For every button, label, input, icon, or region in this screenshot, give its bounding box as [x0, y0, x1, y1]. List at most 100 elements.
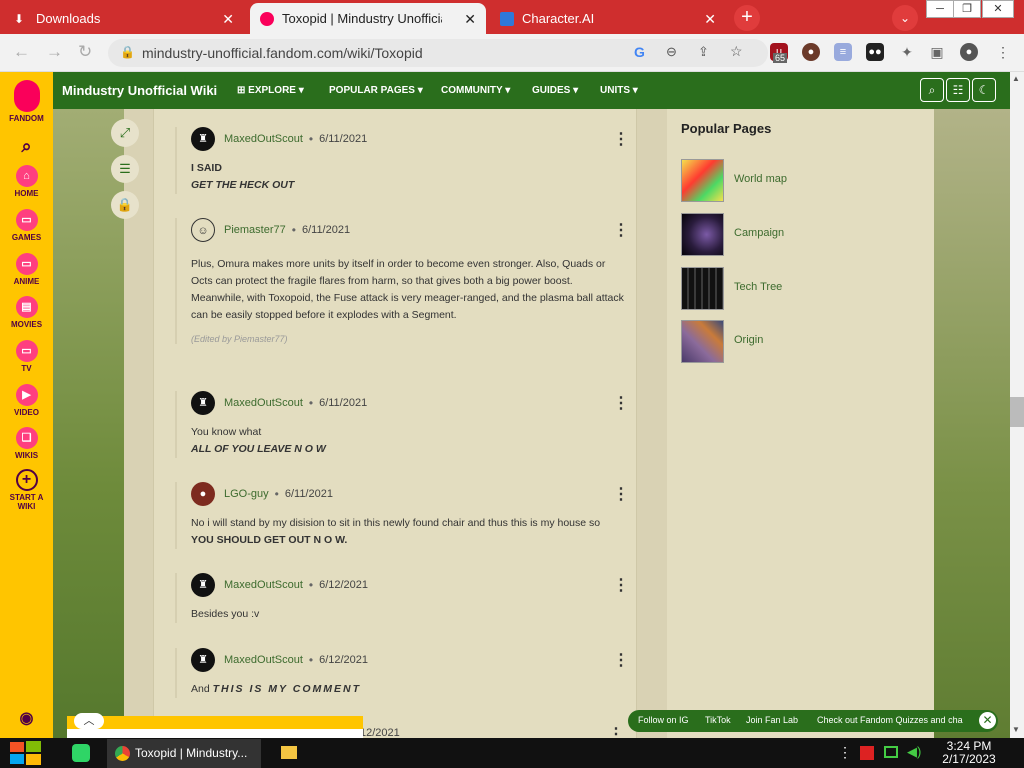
fandom-flame-icon [13, 80, 40, 112]
scroll-down-icon[interactable]: ▼ [1012, 725, 1020, 734]
popular-page-item[interactable]: Campaign [681, 213, 911, 256]
close-window-button[interactable]: ✕ [982, 0, 1014, 18]
tech-tree-thumbnail[interactable] [681, 267, 724, 310]
rail-wikis[interactable]: ❑ WIKIS [0, 427, 53, 460]
rail-anime[interactable]: ▭ ANIME [0, 253, 53, 286]
profile-icon[interactable]: ● [960, 43, 978, 61]
rail-video[interactable]: ▶ VIDEO [0, 384, 53, 417]
lock-icon[interactable]: 🔒 [120, 45, 135, 59]
app-icon[interactable] [72, 744, 90, 762]
comment-date: 6/11/2021 [319, 397, 368, 409]
windows-start-icon[interactable] [10, 741, 42, 765]
clock[interactable]: 3:24 PM 2/17/2023 [938, 740, 1000, 766]
nav-explore[interactable]: ⊞ EXPLORE ▾ [237, 85, 304, 96]
reload-icon[interactable]: ↻ [78, 42, 92, 62]
fullscreen-icon[interactable]: ⤢ [111, 119, 139, 147]
avatar[interactable]: ♜ [191, 573, 215, 597]
flag-extension-icon[interactable]: ≡ [834, 43, 852, 61]
kebab-menu-icon[interactable]: ⋮ [613, 650, 629, 670]
nav-units[interactable]: UNITS ▾ [600, 85, 638, 96]
file-explorer-icon[interactable] [281, 746, 297, 759]
popular-page-item[interactable]: World map [681, 159, 911, 202]
bookmark-star-icon[interactable]: ☆ [730, 43, 743, 60]
avatar[interactable]: ☺ [191, 218, 215, 242]
rail-movies[interactable]: ▤ MOVIES [0, 296, 53, 329]
tab-character-ai[interactable]: Character.AI ✕ [490, 3, 726, 34]
avatar[interactable]: ● [191, 482, 215, 506]
close-tab-icon[interactable]: ✕ [464, 11, 476, 28]
kebab-menu-icon[interactable]: ⋮ [613, 129, 629, 149]
rail-home[interactable]: ⌂ HOME [0, 165, 53, 198]
fan-lab-link[interactable]: Join Fan Lab [746, 715, 798, 725]
comment-author[interactable]: MaxedOutScout [224, 654, 303, 666]
share-icon[interactable]: ⇪ [698, 44, 709, 60]
rail-tv[interactable]: ▭ TV [0, 340, 53, 373]
back-icon[interactable]: ← [13, 42, 30, 62]
lock-icon[interactable]: 🔒 [111, 191, 139, 219]
home-icon: ⌂ [15, 165, 38, 187]
zoom-icon[interactable]: ⊖ [666, 44, 677, 60]
close-icon[interactable]: ✕ [979, 712, 996, 729]
comment-author[interactable]: LGO-guy [224, 488, 269, 500]
wiki-search-icon[interactable]: ⌕ [920, 78, 944, 102]
volume-icon[interactable]: ◀) [907, 744, 921, 760]
origin-thumbnail[interactable] [681, 320, 724, 363]
rail-start-wiki[interactable]: + START A WIKI [0, 469, 53, 511]
fandom-logo[interactable]: FANDOM [0, 80, 53, 123]
tab-toxopid[interactable]: Toxopid | Mindustry Unofficial \ ✕ [250, 3, 486, 34]
avatar[interactable]: ♜ [191, 391, 215, 415]
new-tab-button[interactable]: + [734, 5, 760, 31]
chevron-up-icon[interactable]: ︿ [74, 713, 104, 729]
comment-date: 6/12/2021 [319, 654, 369, 666]
flag-tray-icon[interactable] [860, 746, 874, 760]
avatar[interactable]: ♜ [191, 127, 215, 151]
side-panel-icon[interactable]: ▣ [928, 43, 946, 61]
avatar[interactable]: ♜ [191, 648, 215, 672]
extensions-puzzle-icon[interactable]: ✦ [898, 43, 916, 61]
comment-author[interactable]: MaxedOutScout [224, 579, 303, 591]
scroll-up-icon[interactable]: ▲ [1012, 74, 1020, 83]
comment-author[interactable]: Piemaster77 [224, 224, 286, 236]
quizzes-link[interactable]: Check out Fandom Quizzes and cha [817, 715, 975, 725]
nav-community[interactable]: COMMUNITY ▾ [441, 85, 510, 96]
video-play-icon: ▶ [15, 384, 38, 406]
comment: ♜ MaxedOutScout • 6/12/2021 ⋮ Besides you :v [175, 573, 629, 623]
kebab-menu-icon[interactable]: ⋮ [613, 393, 629, 413]
world-map-thumbnail[interactable] [681, 159, 724, 202]
popular-page-item[interactable]: Tech Tree [681, 267, 911, 310]
omnibox[interactable]: 🔒 mindustry-unofficial.fandom.com/wiki/T… [108, 39, 768, 67]
avatar-extension-icon[interactable]: ● [802, 43, 820, 61]
comment-author[interactable]: MaxedOutScout [224, 397, 303, 409]
nav-popular-pages[interactable]: POPULAR PAGES ▾ [329, 85, 423, 96]
tampermonkey-extension-icon[interactable]: ●● [866, 43, 884, 61]
comment-author[interactable]: MaxedOutScout [224, 133, 303, 145]
kebab-menu-icon[interactable]: ⋮ [613, 220, 629, 240]
wiki-name[interactable]: Mindustry Unofficial Wiki [62, 83, 217, 98]
rail-games[interactable]: ▭ GAMES [0, 209, 53, 242]
scrollbar-thumb[interactable] [1010, 397, 1024, 427]
google-icon[interactable]: G [634, 44, 645, 60]
tab-search-icon[interactable]: ⌄ [892, 5, 918, 31]
forward-icon[interactable]: → [46, 42, 63, 62]
taskbar-chrome-button[interactable]: Toxopid | Mindustry... [107, 739, 261, 768]
popular-page-item[interactable]: Origin [681, 320, 911, 363]
campaign-thumbnail[interactable] [681, 213, 724, 256]
minimize-button[interactable]: ─ [926, 0, 954, 18]
table-of-contents-icon[interactable]: ☰ [111, 155, 139, 183]
account-icon[interactable]: ◉ [0, 708, 53, 728]
search-icon[interactable]: ⌕ [0, 136, 53, 157]
chrome-menu-icon[interactable]: ⋮ [994, 43, 1012, 61]
follow-ig-link[interactable]: Follow on IG [638, 715, 689, 725]
restore-button[interactable]: ❐ [953, 0, 981, 18]
overflow-icon[interactable]: ⋮ [838, 744, 852, 761]
dark-mode-moon-icon[interactable]: ☾ [972, 78, 996, 102]
close-tab-icon[interactable]: ✕ [704, 11, 716, 28]
kebab-menu-icon[interactable]: ⋮ [613, 484, 629, 504]
tab-downloads[interactable]: ⬇ Downloads ✕ [4, 3, 244, 34]
nav-guides[interactable]: GUIDES ▾ [532, 85, 578, 96]
network-icon[interactable] [884, 746, 898, 758]
kebab-menu-icon[interactable]: ⋮ [613, 575, 629, 595]
close-tab-icon[interactable]: ✕ [222, 11, 234, 28]
discussions-icon[interactable]: ☷ [946, 78, 970, 102]
tiktok-link[interactable]: TikTok [705, 715, 731, 725]
